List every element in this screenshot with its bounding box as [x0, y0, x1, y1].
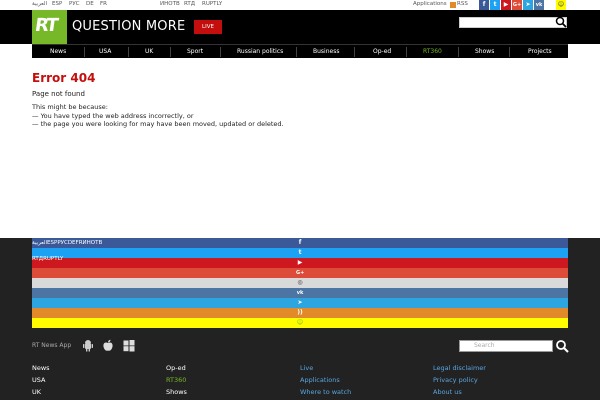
footer-link-applications[interactable]: Applications: [300, 374, 351, 386]
footer-search-input[interactable]: Search: [459, 340, 553, 352]
twitter-icon[interactable]: t: [490, 0, 500, 10]
search-icon[interactable]: [555, 16, 567, 28]
footer-col-2: Op-ed RT360 Shows: [166, 362, 187, 398]
site-header: RT QUESTION MORE LIVE: [0, 10, 600, 44]
logo-text: RT: [33, 15, 58, 36]
error-intro: This might be because:: [32, 103, 108, 111]
nav-separator: [458, 47, 459, 57]
error-explanation: This might be because: — You have typed …: [32, 103, 284, 129]
main-nav: News USA UK Sport Russian politics Busin…: [32, 44, 568, 58]
snapchat-icon: ☺: [296, 319, 304, 326]
nav-business[interactable]: Business: [313, 45, 339, 59]
lang-de[interactable]: DE: [86, 1, 94, 7]
footer-link-news[interactable]: News: [32, 362, 50, 374]
telegram-icon: ➤: [297, 299, 303, 306]
nav-separator: [84, 47, 85, 57]
apple-icon[interactable]: [102, 339, 114, 352]
nav-separator: [128, 47, 129, 57]
site-rtd[interactable]: RTД: [184, 1, 195, 7]
brand-slogan: QUESTION MORE: [72, 19, 186, 34]
vk-icon: vk: [296, 290, 304, 296]
nav-op-ed[interactable]: Op-ed: [373, 45, 391, 59]
footer-link-shows[interactable]: Shows: [166, 386, 187, 398]
vk-icon[interactable]: vk: [534, 0, 544, 10]
nav-sport[interactable]: Sport: [187, 45, 203, 59]
lang-rus[interactable]: РУС: [69, 1, 80, 7]
nav-separator: [406, 47, 407, 57]
windows-icon[interactable]: [123, 339, 135, 352]
nav-shows[interactable]: Shows: [475, 45, 494, 59]
footer-link-live[interactable]: Live: [300, 362, 351, 374]
lang-esp[interactable]: ESP: [52, 1, 62, 7]
footer-link-rt360[interactable]: RT360: [166, 374, 187, 386]
footer-link-op-ed[interactable]: Op-ed: [166, 362, 187, 374]
facebook-icon: f: [298, 239, 302, 246]
footer-link-usa[interactable]: USA: [32, 374, 50, 386]
nav-rt360[interactable]: RT360: [423, 45, 442, 59]
nav-separator: [296, 47, 297, 57]
footer-languages[interactable]: العربيةESPРУСDEFRИНОТВ: [32, 240, 102, 246]
footer-sister-sites[interactable]: RTДRUPTLY: [32, 256, 63, 262]
nav-usa[interactable]: USA: [99, 45, 111, 59]
nav-russian-politics[interactable]: Russian politics: [237, 45, 283, 59]
error-subtitle: Page not found: [32, 90, 85, 98]
youtube-icon: ▶: [297, 259, 303, 266]
google-plus-icon[interactable]: G+: [512, 0, 522, 10]
app-label: RT News App: [32, 342, 72, 349]
lang-arabic[interactable]: العربية: [32, 1, 47, 7]
header-search-input[interactable]: [459, 17, 567, 28]
error-reason: — the page you were looking for may have…: [32, 120, 284, 128]
rss-icon: )): [297, 309, 303, 316]
nav-uk[interactable]: UK: [145, 45, 153, 59]
footer-col-4: Legal disclaimer Privacy policy About us: [433, 362, 486, 398]
footer-link-uk[interactable]: UK: [32, 386, 50, 398]
google-plus-icon: G+: [296, 270, 305, 276]
page: العربية ESP РУС DE FR ИНОТВ RTД RUPTLY A…: [0, 0, 600, 400]
footer-link-about-us[interactable]: About us: [433, 386, 486, 398]
footer-link-where-to-watch[interactable]: Where to watch: [300, 386, 351, 398]
error-reason: — You have typed the web address incorre…: [32, 111, 194, 120]
nav-separator: [220, 47, 221, 57]
facebook-icon[interactable]: f: [479, 0, 489, 10]
rss-link[interactable]: RSS: [457, 1, 468, 7]
telegram-icon[interactable]: ➤: [523, 0, 533, 10]
android-icon[interactable]: [82, 339, 94, 352]
youtube-icon[interactable]: ▶: [501, 0, 511, 10]
footer-col-1: News USA UK: [32, 362, 50, 398]
site-inotv[interactable]: ИНОТВ: [160, 1, 180, 7]
live-button[interactable]: LIVE: [194, 20, 222, 34]
error-title: Error 404: [32, 71, 96, 85]
nav-separator: [170, 47, 171, 57]
applications-link[interactable]: Applications: [413, 1, 447, 7]
site-ruptly[interactable]: RUPTLY: [202, 1, 222, 7]
nav-projects[interactable]: Projects: [528, 45, 552, 59]
footer-link-privacy-policy[interactable]: Privacy policy: [433, 374, 486, 386]
nav-news[interactable]: News: [50, 45, 66, 59]
nav-separator: [509, 47, 510, 57]
footer-link-legal-disclaimer[interactable]: Legal disclaimer: [433, 362, 486, 374]
rt-logo[interactable]: RT: [32, 10, 67, 44]
footer-col-3: Live Applications Where to watch: [300, 362, 351, 398]
instagram-icon: ◎: [297, 279, 303, 286]
lang-fr[interactable]: FR: [100, 1, 107, 7]
nav-separator: [354, 47, 355, 57]
twitter-icon: t: [298, 249, 302, 256]
rss-icon: [450, 2, 456, 8]
snapchat-icon[interactable]: ☺: [556, 0, 566, 10]
search-icon[interactable]: [555, 339, 569, 353]
